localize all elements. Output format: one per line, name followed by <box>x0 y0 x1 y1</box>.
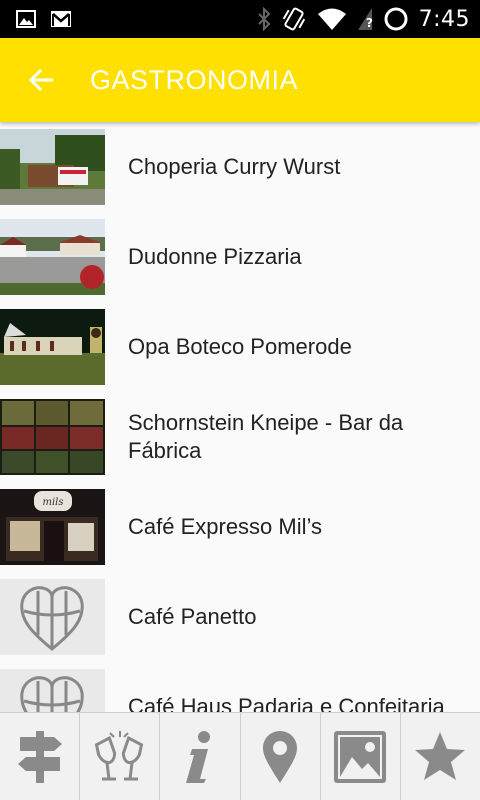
clock: 7:45 <box>418 6 470 32</box>
info-icon <box>185 731 210 783</box>
no-sim-icon: ? <box>357 8 373 30</box>
battery-icon <box>384 7 408 31</box>
list-item[interactable]: Café Haus Padaria e Confeitaria <box>0 662 480 712</box>
gallery-icon <box>334 731 387 783</box>
item-title: Opa Boteco Pomerode <box>128 334 352 359</box>
tab-info[interactable] <box>159 713 239 800</box>
bottom-tab-bar <box>0 712 480 800</box>
status-bar: ? 7:45 <box>0 0 480 38</box>
heart-placeholder-icon <box>0 579 105 655</box>
page-title: GASTRONOMIA <box>90 64 299 95</box>
item-title: Schornstein Kneipe - Bar da Fábrica <box>128 410 404 463</box>
wine-glasses-icon <box>94 731 143 781</box>
app-bar: GASTRONOMIA <box>0 38 480 122</box>
item-title: Café Haus Padaria e Confeitaria <box>128 694 445 712</box>
tab-map[interactable] <box>239 713 320 800</box>
vibrate-icon <box>282 7 305 31</box>
svg-text:?: ? <box>366 16 373 30</box>
thumbnail-photo: mils <box>0 489 105 565</box>
list-item[interactable]: Dudonne Pizzaria <box>0 212 480 302</box>
tab-directions[interactable] <box>0 713 79 800</box>
tab-gallery[interactable] <box>319 713 400 800</box>
map-pin-icon <box>263 731 298 783</box>
svg-text:mils: mils <box>42 497 63 508</box>
tab-favorites[interactable] <box>399 713 480 800</box>
thumbnail-photo <box>0 309 105 385</box>
arrow-back-icon <box>29 68 53 92</box>
thumbnail-photo <box>0 219 105 295</box>
item-title: Dudonne Pizzaria <box>128 244 302 269</box>
star-icon <box>415 732 466 780</box>
item-title: Café Expresso Mil’s <box>128 514 322 539</box>
list-item[interactable]: Café Panetto <box>0 572 480 662</box>
list-item[interactable]: Opa Boteco Pomerode <box>0 302 480 392</box>
system-icons: ? 7:45 <box>257 6 480 32</box>
notification-icons <box>0 9 72 29</box>
signpost-icon <box>17 731 62 783</box>
bluetooth-icon <box>257 7 271 31</box>
gmail-icon <box>51 11 71 27</box>
item-title: Café Panetto <box>128 604 257 629</box>
image-icon <box>16 10 36 28</box>
list-item[interactable]: Choperia Curry Wurst <box>0 122 480 212</box>
item-title: Choperia Curry Wurst <box>128 154 341 179</box>
back-button[interactable] <box>0 38 84 122</box>
list-item[interactable]: mils Café Expresso Mil’s <box>0 482 480 572</box>
thumbnail-photo <box>0 129 105 205</box>
restaurant-list[interactable]: Choperia Curry Wurst Dudonne Pizzaria Op… <box>0 122 480 712</box>
wifi-icon <box>317 8 346 30</box>
list-item[interactable]: Schornstein Kneipe - Bar da Fábrica <box>0 392 480 482</box>
thumbnail-photo <box>0 399 105 475</box>
heart-placeholder-icon <box>0 669 105 712</box>
tab-gastronomy[interactable] <box>79 713 159 800</box>
